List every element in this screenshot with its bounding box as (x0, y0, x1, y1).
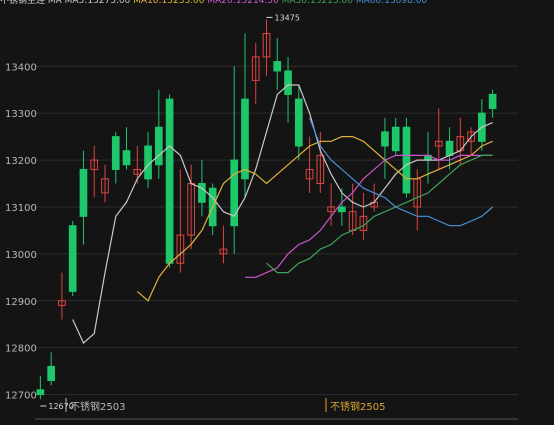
candle (241, 33, 249, 198)
candle-body-down (79, 168, 88, 217)
candle (478, 99, 486, 151)
candle (208, 183, 217, 236)
candle (165, 94, 174, 268)
candle-body-down (198, 183, 206, 203)
candle (79, 150, 88, 245)
candle-body-down (381, 131, 389, 147)
candle (381, 117, 389, 179)
legend-item-ma60: MA60:13098.00 (356, 0, 428, 6)
ma-line-ma5 (72, 84, 493, 344)
candle-body-down (36, 389, 45, 396)
candle-body-down (47, 365, 55, 381)
candle (111, 131, 120, 184)
candle (230, 66, 239, 254)
candle (338, 188, 346, 226)
candle (58, 272, 66, 320)
candle (47, 352, 55, 386)
contract-labels: 不锈钢2503 不锈钢2505 (65, 398, 385, 413)
candle-body-down (165, 98, 174, 264)
candle-body-down (241, 98, 249, 180)
y-tick-label: 12800 (5, 344, 37, 355)
candle-body-down (391, 126, 400, 152)
ma-lines (72, 84, 493, 344)
candle (348, 183, 357, 236)
candle-body-down (284, 70, 292, 95)
legend-item-ma30: MA30:13213.00 (282, 0, 356, 6)
legend-item-ma20: MA20:13214.50 (207, 0, 281, 6)
y-tick-label: 12700 (5, 391, 37, 402)
candle (154, 89, 163, 179)
candle-body-down (294, 98, 303, 147)
max-price-label: 13475 (275, 13, 300, 22)
candle (456, 117, 465, 165)
candle (370, 183, 379, 212)
candlestick-chart: 12700 12800 12900 13000 13100 13200 13300 13400… (0, 0, 554, 420)
candle-body-down (273, 61, 282, 72)
candle (68, 221, 77, 297)
ma-line-ma20 (245, 154, 493, 278)
candle (176, 169, 185, 273)
contract-label: 不锈钢2505 (330, 400, 385, 413)
candle (294, 85, 303, 161)
y-tick-label: 13300 (5, 109, 37, 120)
candle (144, 131, 152, 189)
candle-body-down (445, 140, 454, 156)
y-axis: 12700 12800 12900 13000 13100 13200 13300 13400 (5, 62, 37, 401)
candle (391, 117, 400, 156)
legend-item-ma10: MA10:13233.00 (133, 0, 207, 6)
y-tick-label: 13400 (5, 62, 37, 73)
y-tick-label: 12900 (5, 297, 37, 308)
candle-body-down (402, 126, 411, 194)
ma-line-ma10 (136, 136, 493, 302)
grid (35, 65, 518, 420)
contract-label: 不锈钢2503 (70, 400, 125, 413)
candle (219, 225, 228, 264)
legend-item-ma: MA MA5:13273.00 (48, 0, 133, 6)
candle-body-down (111, 136, 120, 170)
y-tick-label: 13200 (5, 156, 37, 167)
candle (273, 38, 282, 90)
ma-line-ma30 (266, 154, 493, 274)
candle (101, 164, 109, 203)
candle (359, 192, 368, 240)
legend: 不锈钢主连 MA MA5:13273.00 MA10:13233.00 MA20… (0, 0, 554, 6)
candle-body-down (68, 225, 77, 292)
candle-body-down (488, 93, 497, 109)
candle-body-down (338, 206, 346, 213)
candle-body-down (154, 126, 163, 166)
candle (402, 117, 411, 198)
candles (36, 19, 497, 400)
candle (36, 375, 45, 400)
legend-text: 不锈钢主连 MA MA5:13273.00 MA10:13233.00 MA20… (0, 0, 427, 6)
y-tick-label: 13000 (5, 250, 37, 261)
legend-prefix: 不锈钢主连 (0, 0, 48, 6)
candle (90, 146, 99, 198)
candle (467, 127, 475, 156)
candle (262, 19, 271, 76)
candle-body-down (122, 150, 131, 166)
candle (122, 127, 131, 170)
y-tick-label: 13100 (5, 203, 37, 214)
candle (424, 131, 432, 184)
candle (251, 42, 260, 104)
